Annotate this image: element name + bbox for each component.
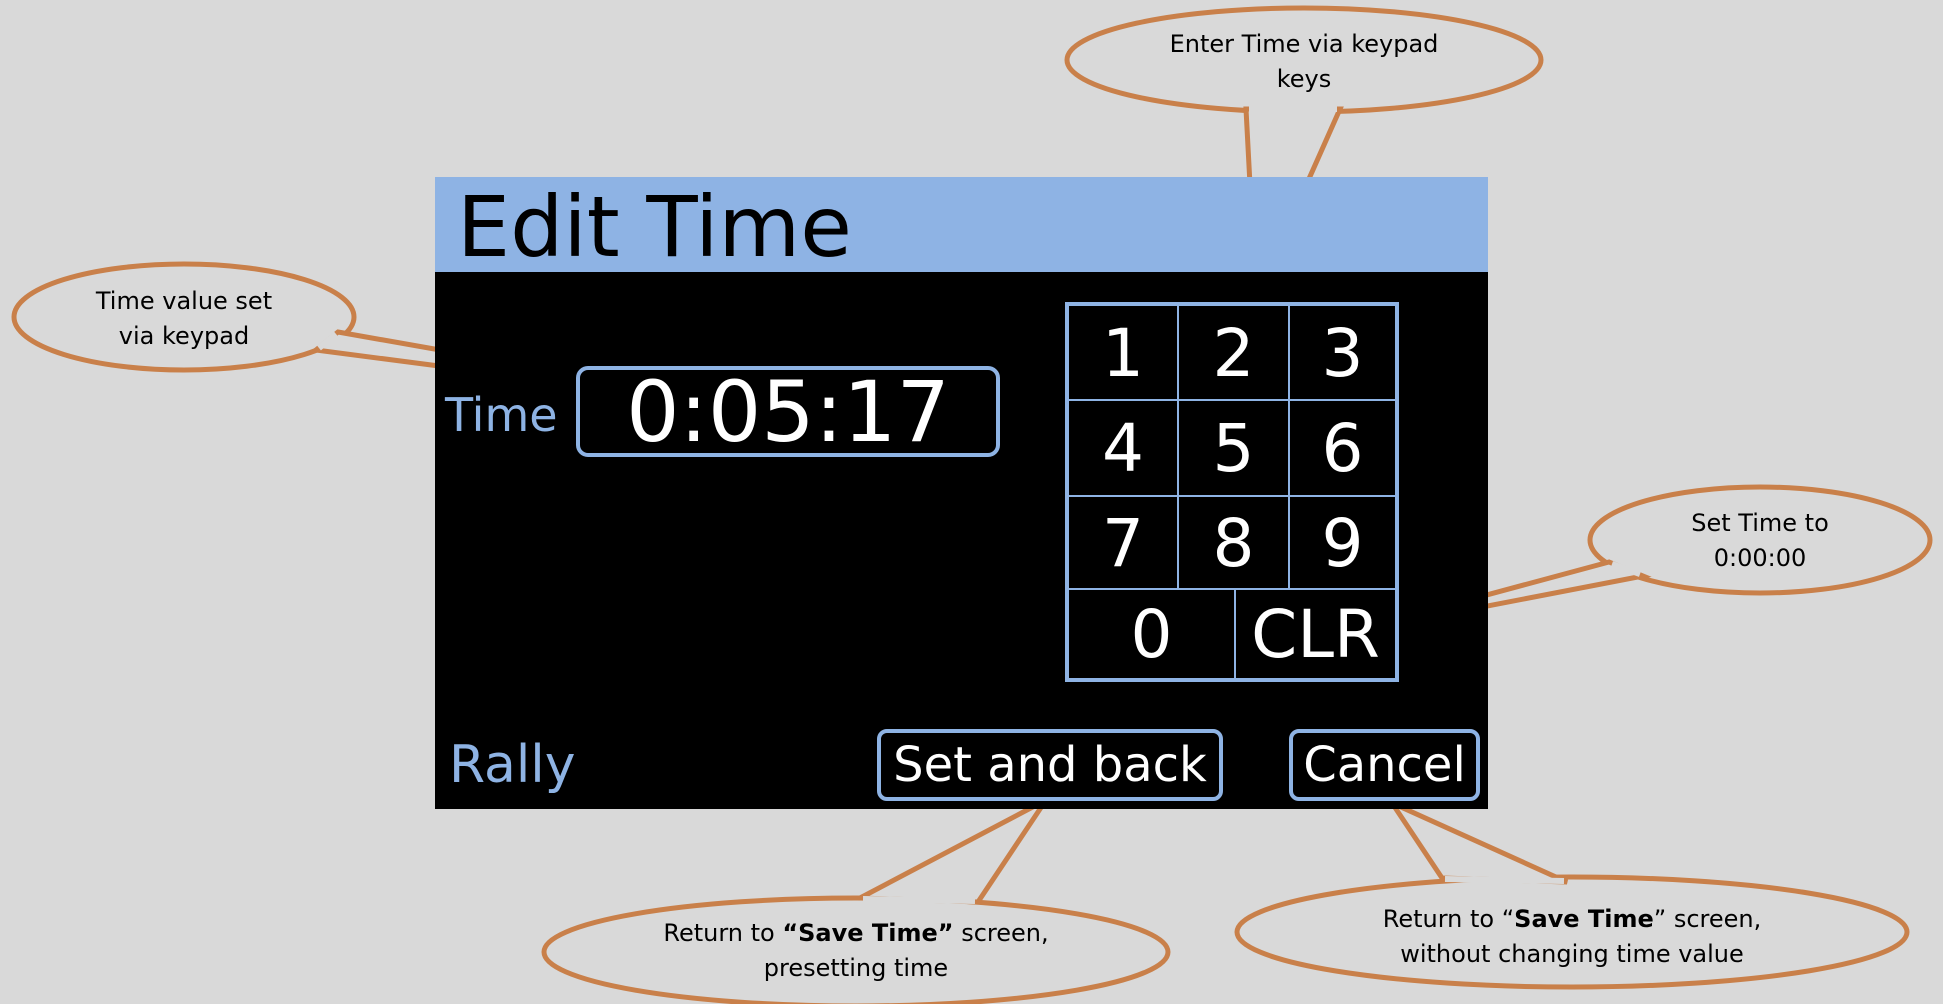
time-label: Time (445, 388, 558, 442)
keypad: 1 2 3 4 5 6 7 8 9 0 CLR (1065, 302, 1399, 682)
callout-text-time-value: Time value set via keypad (95, 287, 273, 350)
key-3[interactable]: 3 (1289, 305, 1396, 400)
key-clear[interactable]: CLR (1235, 589, 1396, 679)
mode-label: Rally (449, 735, 576, 795)
key-8[interactable]: 8 (1178, 496, 1289, 589)
device-screen: Edit Time Time 0:05:17 1 2 3 4 5 6 7 8 9… (435, 177, 1488, 809)
key-9[interactable]: 9 (1289, 496, 1396, 589)
title-bar: Edit Time (435, 177, 1488, 276)
callout-text-cancel: Return to “Save Time” screen, without ch… (1382, 905, 1762, 968)
key-1[interactable]: 1 (1068, 305, 1178, 400)
key-2[interactable]: 2 (1178, 305, 1289, 400)
key-0[interactable]: 0 (1068, 589, 1235, 679)
callout-text-set-back: Return to “Save Time” screen, presetting… (663, 919, 1049, 982)
cancel-button[interactable]: Cancel (1289, 729, 1480, 801)
callout-text-clear: Set Time to 0:00:00 (1691, 509, 1829, 572)
key-5[interactable]: 5 (1178, 400, 1289, 496)
callout-text-keypad: Enter Time via keypad keys (1169, 30, 1439, 93)
key-6[interactable]: 6 (1289, 400, 1396, 496)
key-7[interactable]: 7 (1068, 496, 1178, 589)
page-title: Edit Time (457, 178, 852, 276)
time-value-display: 0:05:17 (576, 366, 1000, 457)
key-4[interactable]: 4 (1068, 400, 1178, 496)
set-and-back-button[interactable]: Set and back (877, 729, 1223, 801)
